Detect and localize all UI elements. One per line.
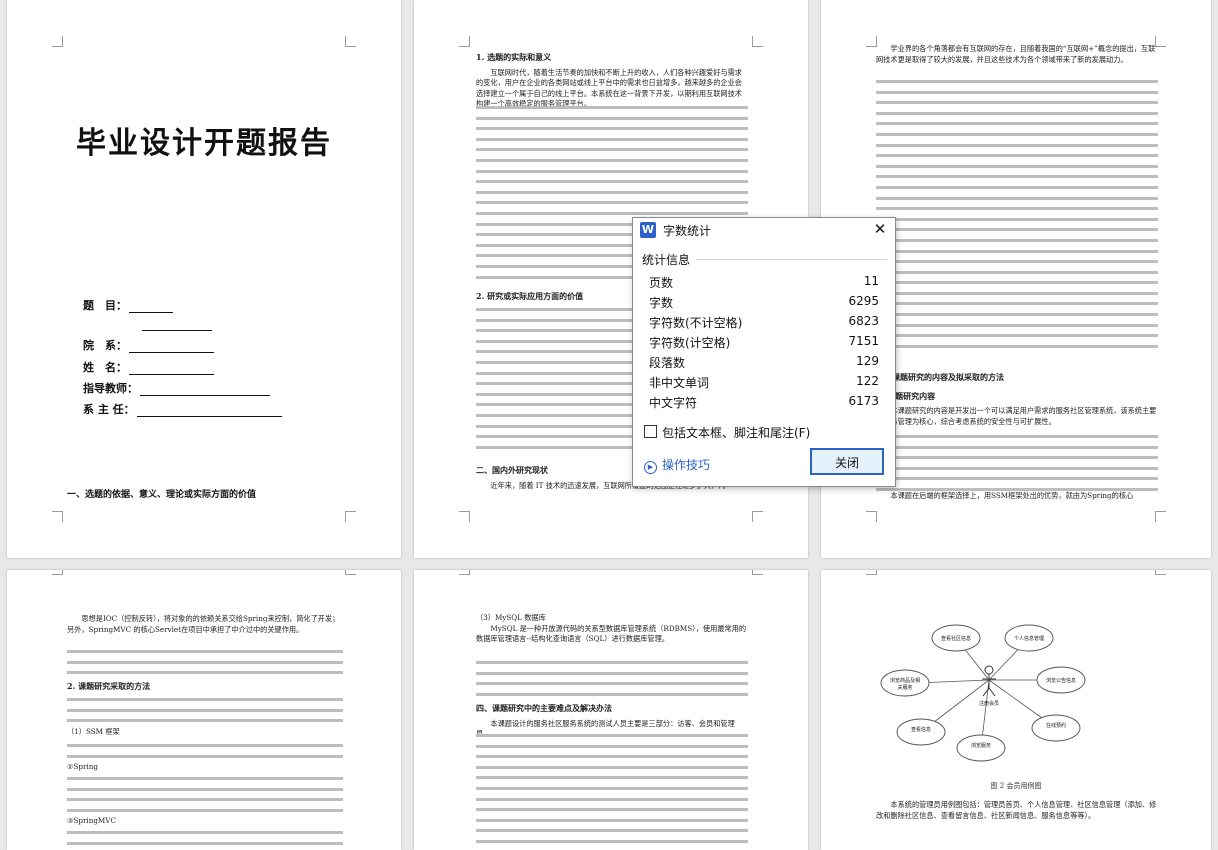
crop-mark [52, 36, 63, 47]
heading: 四、课题研究中的主要难点及解决办法 [476, 703, 612, 713]
node-label: 查看信息 [910, 727, 931, 733]
checkbox-label: 包括文本框、脚注和尾注(F) [662, 426, 811, 440]
crop-mark [459, 511, 470, 522]
stat-row-paragraphs: 段落数 129 [649, 354, 879, 370]
heading: 1. 课题研究内容 [876, 390, 936, 401]
group-divider [696, 259, 887, 260]
crop-mark [52, 511, 63, 522]
field-name: 姓 名： [83, 359, 214, 375]
page5-text: （3）MySQL 数据库 MySQL 是一种开放源代码的关系型数据库管理系统（R… [476, 613, 748, 645]
use-case-diagram [880, 624, 1086, 762]
stat-row-chinese-chars: 中文字符 6173 [649, 394, 879, 410]
field-director: 系 主 任： [83, 401, 282, 417]
play-icon: ▶ [644, 461, 657, 474]
crop-mark [752, 511, 763, 522]
paragraph: 本系统的管理员用例图包括：管理员首页、个人信息管理、社区信息管理（添加、修改和删… [876, 800, 1157, 820]
crop-mark [752, 36, 763, 47]
list-item: ②Spring [67, 762, 98, 771]
crop-mark [459, 570, 470, 575]
section-heading: 一、选题的依据、意义、理论或实际方面的价值 [67, 490, 257, 500]
document-page-5: （3）MySQL 数据库 MySQL 是一种开放源代码的关系型数据库管理系统（R… [414, 570, 808, 850]
crop-mark [52, 570, 63, 575]
actor-icon [982, 665, 996, 697]
word-count-dialog: W 字数统计 ✕ 统计信息 页数 11 字数 6295 字符数(不计空格) 6823 … [632, 217, 896, 487]
node-label: 浏览服务 [970, 743, 991, 749]
field-topic-line2 [140, 318, 212, 331]
text-lines [876, 76, 1158, 351]
include-textboxes-checkbox[interactable]: 包括文本框、脚注和尾注(F) [644, 424, 810, 441]
stat-row-words: 字数 6295 [649, 294, 879, 310]
field-topic: 题 目： [83, 297, 173, 313]
crop-mark [752, 570, 763, 575]
heading: 1. 选题的实际和意义 [476, 52, 552, 62]
paragraph: 本课题在后端的框架选择上，用SSM框架处出的优势，就由为Spring的核心 [890, 491, 1134, 500]
node-label: 在线预约 [1045, 723, 1066, 729]
list-item: ③SpringMVC [67, 816, 116, 825]
text-lines [67, 827, 343, 848]
paragraph: MySQL 是一种开放源代码的关系型数据库管理系统（RDBMS），使用最常用的数… [476, 623, 747, 644]
crop-mark [345, 511, 356, 522]
page4-text-5: ③SpringMVC [67, 816, 343, 827]
field-department: 院 系： [83, 337, 214, 353]
page4-text: 思想是IOC（控制反转），将对象的的依赖关系交给Spring来控制，简化了开发；… [67, 614, 343, 635]
paragraph: 本课题研究的内容是开发出一个可以满足用户需求的服务社区管理系统，该系统主要以服务… [876, 406, 1157, 426]
page3-text: 学业界的各个角落都会有互联网的存在，且随着我国的“互联网+”概念的提出，互联网技… [876, 44, 1158, 65]
page4-text-3: （1）SSM 框架 [67, 727, 343, 738]
page4-text-4: ②Spring [67, 762, 343, 773]
figure-caption: 图 2 会员用例图 [990, 782, 1042, 790]
text-lines [67, 694, 343, 726]
heading: 2. 课题研究采取的方法 [67, 681, 151, 691]
paragraph: 思想是IOC（控制反转），将对象的的依赖关系交给Spring来控制，简化了开发；… [67, 614, 340, 634]
list-item: （1）SSM 框架 [67, 727, 120, 736]
paragraph: 学业界的各个角落都会有互联网的存在，且随着我国的“互联网+”概念的提出，互联网技… [876, 44, 1156, 64]
node-label: 查看社区信息 [940, 636, 971, 642]
crop-mark [1155, 511, 1166, 522]
document-page-4: 思想是IOC（控制反转），将对象的的依赖关系交给Spring来控制，简化了开发；… [7, 570, 401, 850]
dialog-titlebar[interactable]: W 字数统计 ✕ [633, 218, 895, 242]
actor-label: 注册会员 [978, 701, 999, 707]
checkbox-box[interactable] [644, 425, 657, 438]
node-label: 浏览商品及相关服务 [889, 678, 920, 691]
cover-title: 毕业设计开题报告 [76, 126, 332, 161]
close-button[interactable]: 关闭 [810, 448, 884, 475]
tips-link[interactable]: ▶ 操作技巧 [644, 456, 710, 474]
page3-text-3: 本课题在后端的框架选择上，用SSM框架处出的优势，就由为Spring的核心 [876, 491, 1158, 502]
word-app-icon: W [640, 222, 656, 238]
crop-mark [459, 36, 470, 47]
text-lines [67, 740, 343, 761]
page2-text: 1. 选题的实际和意义 互联网时代，随着生活节奏的加快和不断上升的收入，人们各种… [476, 44, 748, 110]
document-page-6: 查看社区信息 个人信息管理 浏览公告信息 浏览商品及相关服务 查看信息 浏览服务… [821, 570, 1211, 850]
text-lines [67, 773, 343, 815]
heading: 三、课题研究的内容及拟采取的方法 [876, 372, 1004, 382]
crop-mark [866, 511, 877, 522]
crop-mark [345, 570, 356, 575]
text-lines [476, 657, 748, 699]
stat-row-non-chinese-words: 非中文单词 122 [649, 374, 879, 390]
page6-text: 本系统的管理员用例图包括：管理员首页、个人信息管理、社区信息管理（添加、修改和删… [876, 800, 1158, 821]
document-page-cover: 毕业设计开题报告 题 目： 院 系： 姓 名： 指导教师： 系 主 任： 一、选… [7, 0, 401, 558]
field-advisor: 指导教师： [83, 380, 270, 396]
text-lines [876, 431, 1158, 495]
stat-row-pages: 页数 11 [649, 274, 879, 290]
stat-row-chars-no-spaces: 字符数(不计空格) 6823 [649, 314, 879, 330]
close-icon[interactable]: ✕ [871, 220, 889, 238]
node-label: 浏览公告信息 [1045, 678, 1076, 684]
stat-row-chars-with-spaces: 字符数(计空格) 7151 [649, 334, 879, 350]
page3-text-2: 三、课题研究的内容及拟采取的方法 1. 课题研究内容 本课题研究的内容是开发出一… [876, 364, 1158, 427]
dialog-title: 字数统计 [663, 224, 712, 238]
statistics-group-label: 统计信息 [642, 253, 691, 267]
list-item: （3）MySQL 数据库 [476, 613, 546, 622]
text-lines [476, 730, 748, 847]
node-label: 个人信息管理 [1013, 636, 1044, 642]
crop-mark [345, 36, 356, 47]
